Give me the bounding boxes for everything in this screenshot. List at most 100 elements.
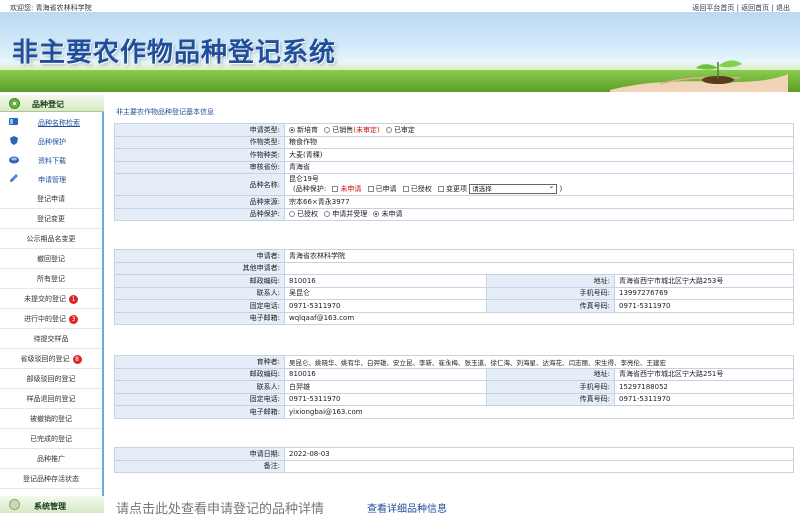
- table-row: 育种者: 吴昆仑、姚晓华、姚有华、白羿雄、安立昆、李新、崔永梅、张玉道、徐仁海、…: [114, 355, 794, 369]
- table-row: 备注:: [114, 459, 794, 473]
- settings-icon: [9, 499, 20, 510]
- sidebar-item-name-change[interactable]: 公示期品名变更: [0, 229, 102, 249]
- count-badge: 8: [72, 354, 82, 364]
- sidebar-item-pending-samples[interactable]: 待提交样品: [0, 329, 102, 349]
- sidebar-item-label: 品种名称检索: [38, 119, 80, 127]
- sidebar-item-label: 申请管理: [38, 176, 66, 184]
- detail-hint-text: 请点击此处查看申请登记的品种详情: [116, 502, 325, 517]
- application-footer-table: 申请日期: 2022-08-03 备注:: [114, 447, 794, 473]
- table-row: 电子邮箱: yixiongbai@163.com: [114, 405, 794, 419]
- crop-species-value: 大麦(青稞): [284, 148, 794, 162]
- table-row: 作物类型: 粮食作物: [114, 135, 794, 149]
- phone-value: 0971-5311970: [284, 299, 487, 313]
- sidebar-section-system-management[interactable]: 系统管理: [0, 496, 104, 513]
- apply-date-value: 2022-08-03: [284, 447, 794, 461]
- breeder-table: 育种者: 吴昆仑、姚晓华、姚有华、白羿雄、安立昆、李新、崔永梅、张玉道、徐仁海、…: [114, 355, 794, 419]
- table-row: 联系人: 白羿雄 手机号码: 15297188052: [114, 380, 794, 394]
- table-row: 品种保护: 已授权 申请并受理 未申请: [114, 207, 794, 221]
- table-row: 作物种类: 大麦(青稞): [114, 148, 794, 162]
- section-title: 非主要农作物品种登记基本信息: [116, 108, 214, 116]
- checkbox-not-applied[interactable]: [332, 186, 339, 192]
- sidebar-item-register-change[interactable]: 登记变更: [0, 209, 102, 229]
- download-icon: [9, 156, 19, 164]
- sidebar-item-withdraw[interactable]: 撤回登记: [0, 249, 102, 269]
- checkbox-applied[interactable]: [367, 186, 374, 192]
- radio-granted[interactable]: [289, 211, 295, 218]
- table-row: 申请者: 青海省农林科学院: [114, 249, 794, 263]
- remark-value: [284, 459, 794, 473]
- sidebar-section-variety-registration[interactable]: 品种登记: [0, 95, 104, 112]
- sidebar-item-label: 资料下载: [38, 157, 66, 165]
- sidebar-item-in-progress[interactable]: 进行中的登记 3: [0, 309, 102, 329]
- registration-icon: [9, 98, 20, 109]
- sidebar-section-label: 系统管理: [34, 502, 66, 511]
- sidebar-item-completed[interactable]: 已完成的登记: [0, 429, 102, 449]
- table-row: 邮政编码: 810016 地址: 青海省西宁市城北区宁大路253号: [114, 274, 794, 288]
- radio-new[interactable]: [289, 126, 295, 133]
- top-bar: 欢迎您: 青海省农林科学院 返回平台首页 | 返回首页 | 退出: [0, 0, 800, 12]
- email-value: wqlqaaf@163.com: [284, 311, 794, 325]
- sidebar-item-all[interactable]: 所有登记: [0, 269, 102, 289]
- other-applicant-value: [284, 261, 794, 275]
- count-badge: 1: [69, 294, 78, 304]
- radio-sold[interactable]: [324, 126, 331, 133]
- radio-accepted[interactable]: [324, 211, 331, 218]
- sidebar: 品种登记 品种名称检索 品种保护 资料下载 申请管理 登记申请 登记变更 公示期…: [0, 95, 104, 513]
- protection-radios: 已授权 申请并受理 未申请: [284, 207, 794, 221]
- field-label: 申请类型:: [114, 123, 285, 137]
- sidebar-item-province-rejected[interactable]: 省级驳回的登记 8: [0, 349, 102, 369]
- table-row: 联系人: 吴昆仑 手机号码: 13997276769: [114, 286, 794, 300]
- variety-name-cell: 昆仑19号 (品种保护: 未申请 已申请 已授权 变更项 请选择 ): [284, 173, 794, 196]
- sidebar-item-application-management[interactable]: 申请管理: [0, 170, 104, 189]
- crop-type-value: 粮食作物: [284, 135, 794, 149]
- sidebar-item-sample-returned[interactable]: 样品退回的登记: [0, 389, 102, 409]
- sidebar-item-name-search[interactable]: 品种名称检索: [0, 113, 104, 132]
- checkbox-change[interactable]: [438, 186, 445, 192]
- table-row: 申请类型: 新培育 已销售(未审定) 已审定: [114, 123, 794, 137]
- mobile-value: 13997276769: [614, 286, 794, 300]
- pen-icon: [10, 174, 18, 182]
- sidebar-item-revoked[interactable]: 被撤销的登记: [0, 409, 102, 429]
- applicant-table: 申请者: 青海省农林科学院 其他申请者: 邮政编码: 810016 地址: 青海…: [114, 249, 794, 325]
- table-row: 品种名称: 昆仑19号 (品种保护: 未申请 已申请 已授权 变更项 请选择 ): [114, 173, 794, 196]
- fax-value: 0971-5311970: [614, 392, 794, 406]
- hand-seedling-icon: [610, 60, 788, 92]
- table-row: 固定电话: 0971-5311970 传真号码: 0971-5311970: [114, 392, 794, 406]
- sidebar-section-label: 品种登记: [32, 100, 64, 109]
- table-row: 电子邮箱: wqlqaaf@163.com: [114, 311, 794, 325]
- sidebar-item-label: 品种保护: [38, 138, 66, 146]
- apply-type-radios: 新培育 已销售(未审定) 已审定: [284, 123, 794, 137]
- sidebar-item-register-apply[interactable]: 登记申请: [0, 189, 102, 209]
- postcode-value: 810016: [284, 274, 487, 288]
- checkbox-granted[interactable]: [402, 186, 409, 192]
- postcode-value: 810016: [284, 367, 487, 381]
- sidebar-item-promotion[interactable]: 品种推广: [0, 449, 102, 469]
- table-row: 审核省份: 青海省: [114, 160, 794, 174]
- contact-value: 白羿雄: [284, 380, 487, 394]
- radio-approved[interactable]: [385, 126, 392, 133]
- variety-protection-inline: (品种保护: 未申请 已申请 已授权 变更项 请选择 ): [289, 182, 789, 194]
- table-row: 品种来源: 宗本66×青永3977: [114, 195, 794, 209]
- search-book-icon: [9, 118, 18, 125]
- table-row: 邮政编码: 810016 地址: 青海省西宁市城北区宁大路251号: [114, 367, 794, 381]
- mobile-value: 15297188052: [614, 380, 794, 394]
- radio-not-applied[interactable]: [373, 211, 380, 218]
- province-value: 青海省: [284, 160, 794, 174]
- shield-icon: [10, 136, 18, 145]
- sidebar-item-protection[interactable]: 品种保护: [0, 132, 104, 151]
- sidebar-item-unsubmitted[interactable]: 未提交的登记 1: [0, 289, 102, 309]
- header-banner: 非主要农作物品种登记系统: [0, 12, 800, 92]
- sidebar-item-survival-status[interactable]: 登记品种存活状态: [0, 469, 102, 489]
- sidebar-item-download[interactable]: 资料下载: [0, 151, 104, 170]
- protection-select[interactable]: 请选择: [469, 182, 558, 194]
- address-value: 青海省西宁市城北区宁大路251号: [614, 367, 794, 381]
- sidebar-item-ministry-rejected[interactable]: 部级驳回的登记: [0, 369, 102, 389]
- phone-value: 0971-5311970: [284, 392, 487, 406]
- table-row: 其他申请者:: [114, 261, 794, 275]
- fax-value: 0971-5311970: [614, 299, 794, 313]
- system-title: 非主要农作物品种登记系统: [12, 38, 337, 68]
- contact-value: 吴昆仑: [284, 286, 487, 300]
- table-row: 固定电话: 0971-5311970 传真号码: 0971-5311970: [114, 299, 794, 313]
- variety-name-value: 昆仑19号: [289, 175, 319, 183]
- source-value: 宗本66×青永3977: [284, 195, 794, 209]
